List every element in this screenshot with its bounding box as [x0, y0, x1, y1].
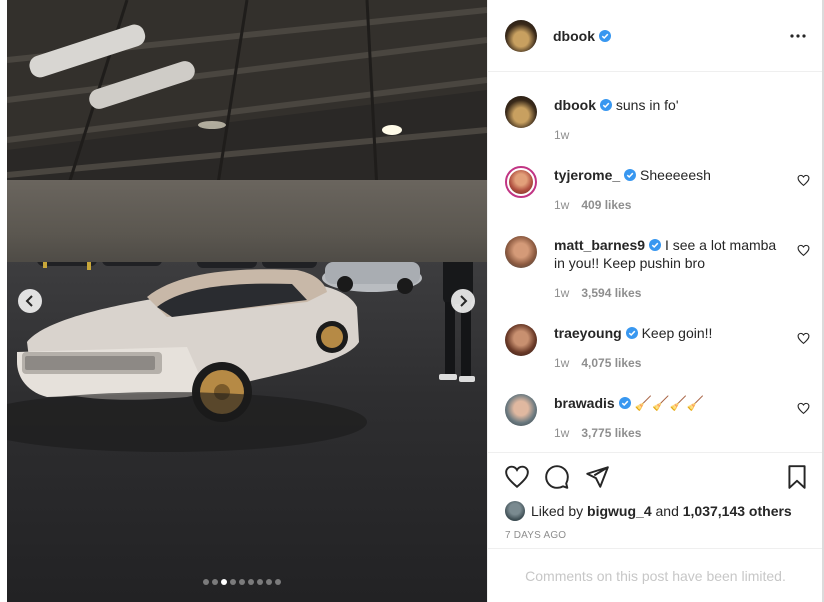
chevron-left-icon	[25, 295, 33, 307]
more-options-button[interactable]	[788, 26, 808, 46]
commenter-avatar[interactable]	[505, 236, 537, 268]
carousel-indicator	[203, 579, 281, 585]
media-gutter	[0, 0, 7, 602]
like-comment-heart-icon[interactable]	[797, 332, 810, 345]
comment-username[interactable]: matt_barnes9	[554, 237, 645, 253]
comment-text-line: traeyoung Keep goin!!	[554, 324, 789, 342]
comment-text-line: tyjerome_ Sheeeeesh	[554, 166, 789, 184]
carousel-dot	[266, 579, 272, 585]
verified-badge-icon	[600, 99, 612, 111]
comment-meta: 1w 3,775 likes	[554, 426, 642, 440]
like-comment-heart-icon[interactable]	[797, 402, 810, 415]
caption-text-line: dbook suns in fo'	[554, 96, 789, 114]
garage-wall	[7, 180, 487, 270]
post-timestamp[interactable]: 7 DAYS AGO	[505, 530, 566, 541]
verified-badge-icon	[649, 239, 662, 251]
commenter-avatar[interactable]	[505, 324, 537, 356]
comment-username[interactable]: tyjerome_	[554, 167, 620, 183]
comment-likes[interactable]: 3,775 likes	[581, 426, 641, 440]
post-panel: dbook dbook suns in fo' 1w tyjerome_ She…	[487, 0, 823, 602]
comment-likes[interactable]: 4,075 likes	[581, 356, 641, 370]
like-heart-icon[interactable]	[504, 464, 530, 490]
comment-text-line: matt_barnes9 I see a lot mamba in you!! …	[554, 236, 789, 272]
caption-avatar[interactable]	[505, 96, 537, 128]
comment-text-line: brawadis 🧹🧹🧹🧹	[554, 394, 789, 412]
author-username[interactable]: dbook	[553, 28, 611, 44]
comment-text: Sheeeeesh	[640, 167, 711, 183]
post-actions: Liked by bigwug_4 and 1,037,143 others 7…	[488, 452, 823, 602]
carousel-dot	[203, 579, 209, 585]
share-paper-plane-icon[interactable]	[584, 464, 610, 490]
carousel-prev-button[interactable]	[18, 289, 42, 313]
comment-bubble-icon[interactable]	[544, 464, 570, 490]
post-header: dbook	[488, 0, 823, 72]
comment-text: 🧹🧹🧹🧹	[634, 395, 705, 411]
author-avatar[interactable]	[505, 20, 537, 52]
carousel-dot	[212, 579, 218, 585]
liker-avatar[interactable]	[505, 501, 525, 521]
more-dots-icon	[790, 34, 806, 38]
garage-ceiling	[7, 0, 487, 190]
verified-badge-icon	[618, 397, 631, 409]
carousel-dot	[257, 579, 263, 585]
carousel-dot	[230, 579, 236, 585]
verified-badge-icon	[625, 327, 638, 339]
like-comment-heart-icon[interactable]	[797, 174, 810, 187]
save-bookmark-icon[interactable]	[784, 464, 810, 490]
comment-username[interactable]: traeyoung	[554, 325, 622, 341]
chevron-right-icon	[460, 295, 468, 307]
comment-meta: 1w 4,075 likes	[554, 356, 642, 370]
carousel-dot	[221, 579, 227, 585]
comment-username[interactable]: brawadis	[554, 395, 615, 411]
verified-badge-icon	[599, 30, 611, 42]
garage-floor	[0, 214, 487, 602]
like-comment-heart-icon[interactable]	[797, 244, 810, 257]
carousel-dot	[275, 579, 281, 585]
carousel-dot	[248, 579, 254, 585]
commenter-avatar[interactable]	[505, 166, 537, 198]
comment-meta: 1w 3,594 likes	[554, 286, 642, 300]
liker-username[interactable]: bigwug_4	[587, 503, 652, 519]
carousel-dot	[239, 579, 245, 585]
caption-time: 1w	[554, 128, 570, 142]
comments-limited-notice: Comments on this post have been limited.	[488, 548, 823, 602]
comment-likes[interactable]: 409 likes	[581, 198, 631, 212]
comments-list[interactable]: dbook suns in fo' 1w tyjerome_ Sheeeeesh…	[488, 72, 823, 452]
liked-by-summary: Liked by bigwug_4 and 1,037,143 others	[505, 501, 792, 521]
likes-count-link[interactable]: 1,037,143 others	[683, 503, 792, 519]
commenter-avatar[interactable]	[505, 394, 537, 426]
comment-likes[interactable]: 3,594 likes	[581, 286, 641, 300]
caption-username[interactable]: dbook	[554, 97, 596, 113]
carousel-next-button[interactable]	[451, 289, 475, 313]
post-image[interactable]	[0, 0, 487, 602]
caption-text: suns in fo'	[615, 97, 679, 113]
verified-badge-icon	[624, 169, 637, 181]
comment-meta: 1w 409 likes	[554, 198, 632, 212]
comment-text: Keep goin!!	[641, 325, 713, 341]
